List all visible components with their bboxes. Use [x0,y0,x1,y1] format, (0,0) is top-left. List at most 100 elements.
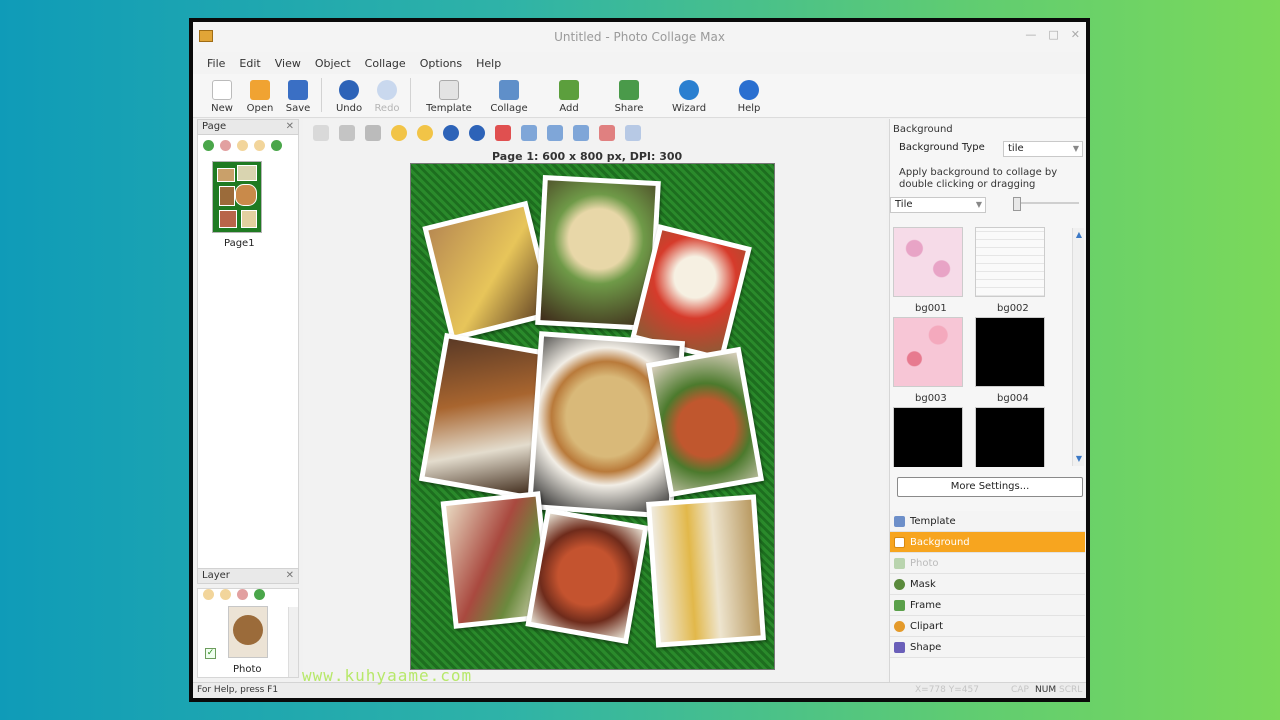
background-gallery-scrollbar[interactable]: ▲ ▼ [1072,228,1084,466]
redo-label: Redo [374,103,400,114]
background-item-bg004[interactable] [975,317,1045,387]
close-button[interactable]: ✕ [1071,28,1080,41]
send-back-icon[interactable] [417,125,433,141]
share-label: Share [614,103,644,114]
new-label: New [211,103,233,114]
maximize-button[interactable]: □ [1048,28,1058,41]
background-item-bg001[interactable] [893,227,963,297]
layer-scrollbar[interactable] [288,607,298,677]
refresh-layer-icon[interactable] [254,589,265,600]
scroll-down-icon[interactable]: ▼ [1074,454,1084,464]
collage-photo[interactable] [525,507,649,645]
distribute-icon[interactable] [547,125,563,141]
info-icon[interactable] [625,125,641,141]
crop-icon[interactable] [365,125,381,141]
tab-frame[interactable]: Frame [890,595,1085,616]
background-item[interactable] [893,407,963,467]
add-page-icon[interactable] [203,140,214,151]
more-settings-button[interactable]: More Settings... [897,477,1083,497]
collage-button[interactable]: Collage [479,74,539,114]
fit-icon[interactable] [573,125,589,141]
refresh-page-icon[interactable] [271,140,282,151]
share-icon [619,80,639,100]
help-button[interactable]: Help [719,74,779,114]
opacity-slider-track[interactable] [1019,202,1079,204]
tab-template-label: Template [910,516,956,527]
rotate-right-icon[interactable] [443,125,459,141]
new-button[interactable]: New [203,74,241,114]
side-tabs: Template Background Photo Mask Frame Cli… [890,511,1085,658]
collage-label: Collage [490,103,528,114]
undo-button[interactable]: Undo [330,74,368,114]
template-button[interactable]: Template [419,74,479,114]
open-button[interactable]: Open [241,74,279,114]
template-tab-icon [894,516,905,527]
share-button[interactable]: Share [599,74,659,114]
chevron-down-icon: ▼ [1072,144,1079,153]
redo-button[interactable]: Redo [368,74,406,114]
tab-mask[interactable]: Mask [890,574,1085,595]
tab-clipart[interactable]: Clipart [890,616,1085,637]
opacity-slider-handle[interactable] [1013,197,1021,211]
menu-options[interactable]: Options [420,57,462,70]
layer-panel-close-button[interactable]: ✕ [286,569,294,583]
background-item[interactable] [975,407,1045,467]
menu-edit[interactable]: Edit [239,57,260,70]
layer-panel-tools [197,585,299,605]
toolbar-separator [321,78,322,112]
page-panel-close-button[interactable]: ✕ [286,120,294,134]
tab-shape-label: Shape [910,642,942,653]
menu-help[interactable]: Help [476,57,501,70]
rotate-left-icon[interactable] [469,125,485,141]
page-panel-tools [197,136,299,156]
background-caption: bg001 [915,303,947,314]
collage-canvas[interactable] [410,163,775,670]
remove-all-icon[interactable] [599,125,615,141]
menu-bar: File Edit View Object Collage Options He… [193,52,1086,74]
template-icon [439,80,459,100]
window-title: Untitled - Photo Collage Max [554,30,725,44]
clipart-tab-icon [894,621,905,632]
layer-up-icon[interactable] [203,589,214,600]
delete-layer-icon[interactable] [237,589,248,600]
save-button[interactable]: Save [279,74,317,114]
help-label: Help [737,103,761,114]
tab-template[interactable]: Template [890,511,1085,532]
layer-down-icon[interactable] [220,589,231,600]
app-window: Untitled - Photo Collage Max — □ ✕ File … [193,22,1086,698]
layer-label[interactable]: Photo [233,664,262,675]
wizard-button[interactable]: Wizard [659,74,719,114]
tab-background[interactable]: Background [890,532,1085,553]
background-mode-select[interactable]: Tile ▼ [890,197,986,213]
collage-photo[interactable] [646,494,766,648]
background-caption: bg002 [997,303,1029,314]
minimize-button[interactable]: — [1025,28,1036,41]
page-label[interactable]: Page1 [224,238,255,249]
collage-icon [499,80,519,100]
zoom-icon[interactable] [339,125,355,141]
layer-visibility-checkbox[interactable]: ✓ [205,648,216,659]
move-down-icon[interactable] [254,140,265,151]
tab-photo[interactable]: Photo [890,553,1085,574]
select-icon[interactable] [313,125,329,141]
delete-object-icon[interactable] [495,125,511,141]
menu-view[interactable]: View [275,57,301,70]
menu-collage[interactable]: Collage [365,57,406,70]
align-icon[interactable] [521,125,537,141]
menu-object[interactable]: Object [315,57,351,70]
bring-front-icon[interactable] [391,125,407,141]
delete-page-icon[interactable] [220,140,231,151]
mask-tab-icon [894,579,905,590]
menu-file[interactable]: File [207,57,225,70]
scroll-up-icon[interactable]: ▲ [1074,230,1084,240]
layer-thumbnail[interactable] [228,606,268,658]
background-item-bg002[interactable] [975,227,1045,297]
app-logo-icon [199,30,213,42]
tab-shape[interactable]: Shape [890,637,1085,658]
background-type-select[interactable]: tile ▼ [1003,141,1083,157]
page-thumbnail[interactable] [212,161,262,233]
move-up-icon[interactable] [237,140,248,151]
background-item-bg003[interactable] [893,317,963,387]
add-button[interactable]: Add [539,74,599,114]
watermark: www.kuhyaame.com [302,666,473,685]
